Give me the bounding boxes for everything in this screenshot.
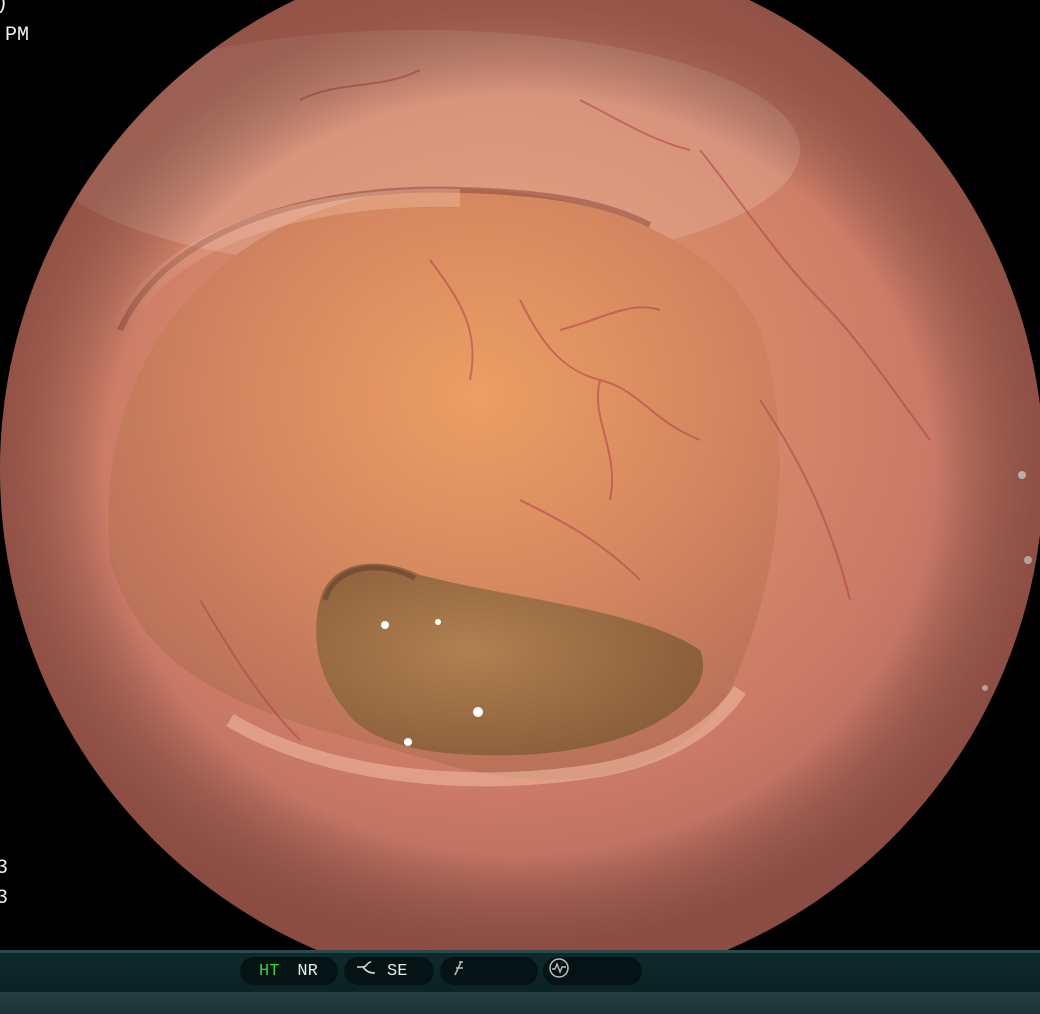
waveform-circle-icon xyxy=(548,957,570,985)
osd-bottom-left-line2: 3 xyxy=(0,887,9,910)
osd-top-left-line1: ) xyxy=(0,0,8,16)
ht-nr-indicator: HT NR xyxy=(240,957,338,985)
osd-bottom-left-line1: 3 xyxy=(0,857,9,880)
ht-label: HT xyxy=(259,961,280,981)
se-indicator: SE xyxy=(344,957,434,985)
flat-f-icon xyxy=(450,959,468,983)
se-label: SE xyxy=(387,961,408,981)
endoscope-image xyxy=(0,0,1040,950)
waveform-indicator xyxy=(543,957,642,985)
nr-label: NR xyxy=(297,961,318,981)
osd-time-period: PM xyxy=(5,24,30,47)
enhancement-curve-icon xyxy=(355,959,377,983)
f-indicator xyxy=(440,957,538,985)
